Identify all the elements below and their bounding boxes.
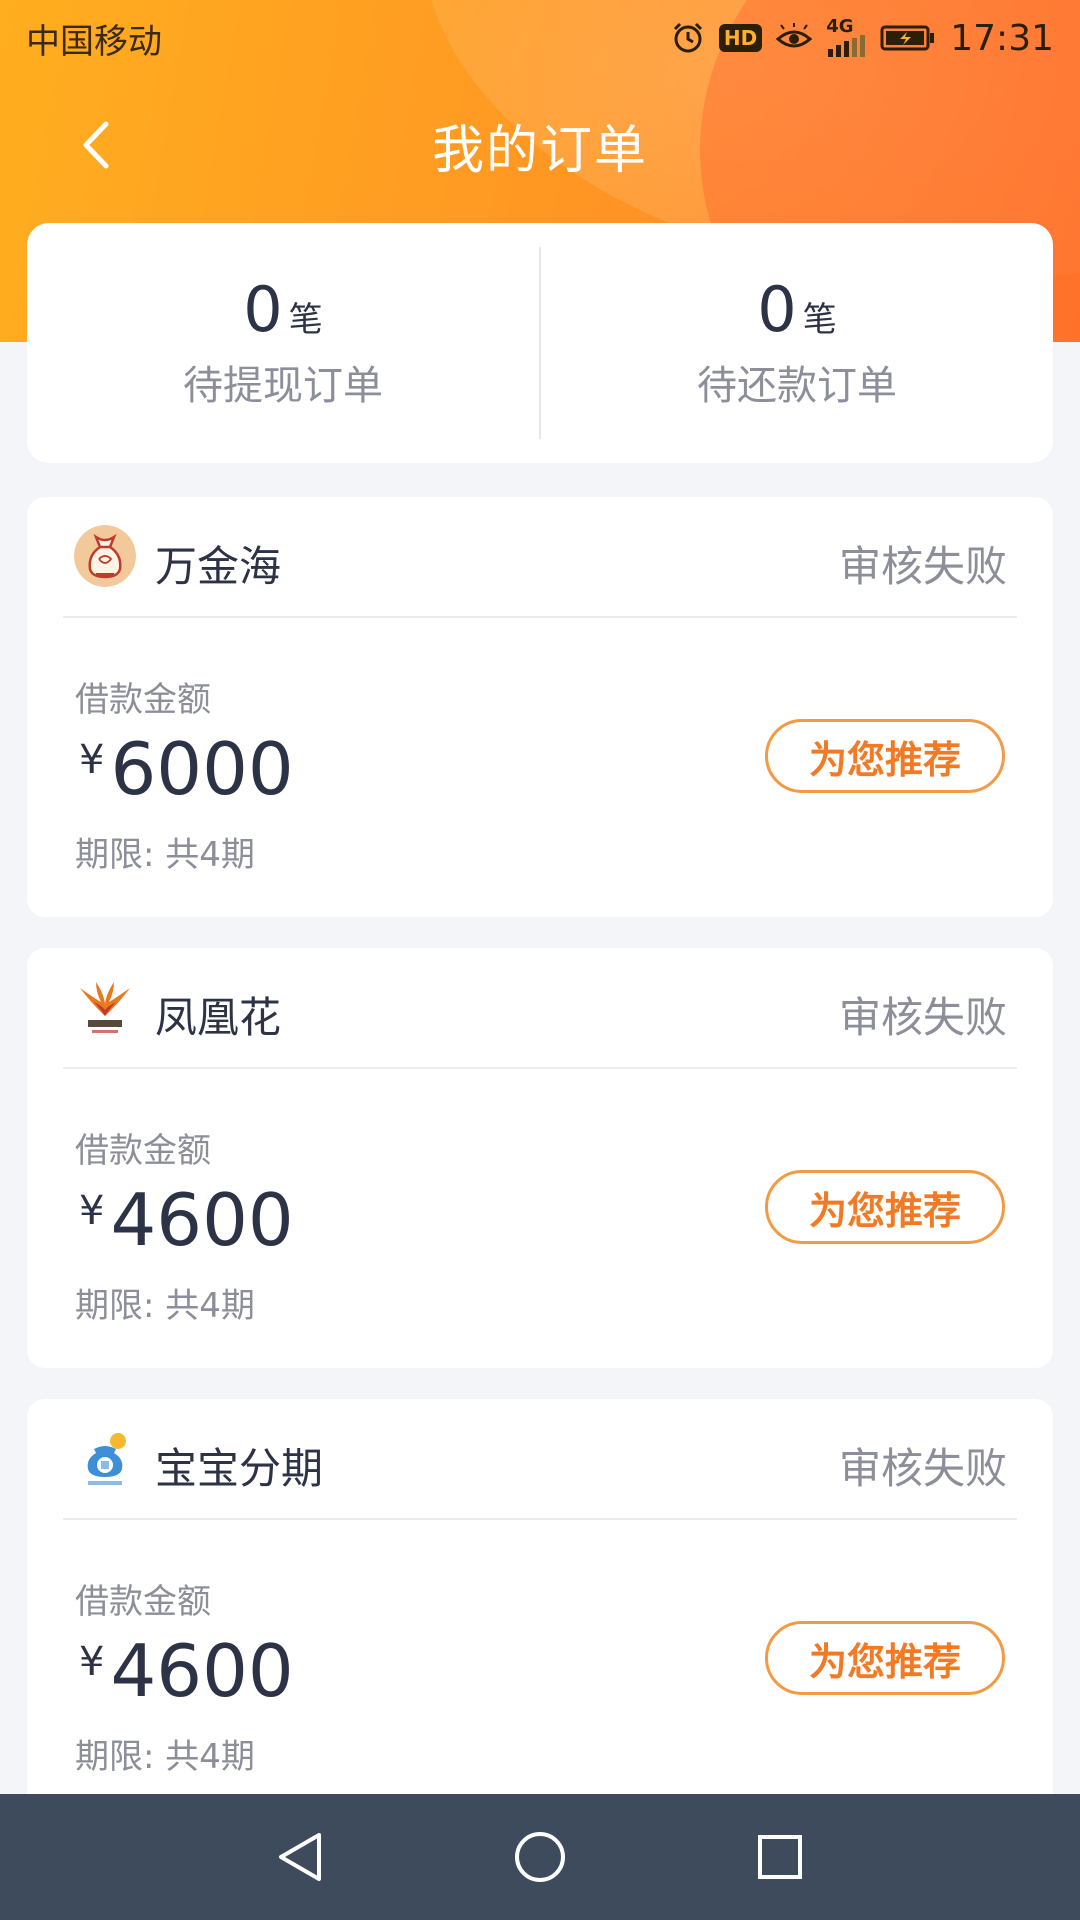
app-name: 万金海 [155,542,282,591]
amount-label: 借款金额 [75,680,211,720]
app-name: 凤凰花 [155,993,282,1042]
status-icons: HD 4G 17:31 [671,18,1054,59]
order-card-header: 凤凰花 审核失败 [27,948,1053,1068]
recommend-button[interactable]: 为您推荐 [765,1621,1005,1695]
pending-repay-summary[interactable]: 0 笔 待还款订单 [541,223,1053,463]
clock-time: 17:31 [950,17,1054,59]
amount-row: ¥ 4600 [79,1180,294,1260]
home-circle-icon[interactable] [500,1817,580,1897]
loan-term: 期限: 共4期 [75,1286,255,1326]
order-card[interactable]: 凤凰花 审核失败 借款金额 ¥ 4600 期限: 共4期 为您推荐 [27,948,1053,1368]
order-card[interactable]: 宝宝分期 审核失败 借款金额 ¥ 4600 期限: 共4期 为您推荐 [27,1399,1053,1819]
pending-withdraw-label: 待提现订单 [183,363,383,409]
amount-row: ¥ 6000 [79,729,294,809]
app-name: 宝宝分期 [155,1444,324,1493]
pending-withdraw-summary[interactable]: 0 笔 待提现订单 [27,223,539,463]
pending-repay-unit: 笔 [802,300,837,340]
order-page: 中国移动 HD 4G 17:31 我的订单 0 笔 待提现订单 0 笔 待还款订… [0,0,1080,1920]
battery-icon [880,24,936,52]
currency-symbol: ¥ [79,1188,105,1234]
loan-amount: 4600 [110,1629,294,1713]
status-bar: 中国移动 HD 4G 17:31 [0,0,1080,76]
pending-withdraw-unit: 笔 [288,300,323,340]
order-status: 审核失败 [838,542,1007,591]
currency-symbol: ¥ [79,1639,105,1685]
money-bag-logo [74,525,136,587]
order-card-header: 万金海 审核失败 [27,497,1053,617]
pending-repay-count-row: 0 笔 [757,275,836,345]
nav-bar: 我的订单 [0,90,1080,200]
amount-row: ¥ 4600 [79,1631,294,1711]
eye-icon [776,23,813,53]
recents-square-icon[interactable] [740,1817,820,1897]
pending-withdraw-count-row: 0 笔 [243,275,322,345]
loan-amount: 4600 [110,1178,294,1262]
recommend-button[interactable]: 为您推荐 [765,719,1005,793]
amount-label: 借款金额 [75,1582,211,1622]
pending-repay-count: 0 [757,273,797,346]
amount-label: 借款金额 [75,1131,211,1171]
order-card-header: 宝宝分期 审核失败 [27,1399,1053,1519]
signal-icon: 4G [826,16,866,57]
recommend-button[interactable]: 为您推荐 [765,1170,1005,1244]
loan-term: 期限: 共4期 [75,835,255,875]
back-triangle-icon[interactable] [260,1817,340,1897]
order-status: 审核失败 [838,993,1007,1042]
card-divider [63,1067,1017,1069]
order-card[interactable]: 万金海 审核失败 借款金额 ¥ 6000 期限: 共4期 为您推荐 [27,497,1053,917]
pending-withdraw-count: 0 [243,273,283,346]
treasure-bag-logo [74,1427,136,1489]
card-divider [63,616,1017,618]
phoenix-logo [74,976,136,1038]
alarm-icon [671,21,705,55]
order-summary-card: 0 笔 待提现订单 0 笔 待还款订单 [27,223,1053,463]
pending-repay-label: 待还款订单 [697,363,897,409]
page-title: 我的订单 [431,121,648,181]
card-divider [63,1518,1017,1520]
order-status: 审核失败 [838,1444,1007,1493]
loan-term: 期限: 共4期 [75,1737,255,1777]
carrier-name: 中国移动 [26,21,162,62]
system-navigation-bar [0,1794,1080,1920]
network-label: 4G [826,16,854,37]
loan-amount: 6000 [110,727,294,811]
hd-icon: HD [718,24,763,52]
currency-symbol: ¥ [79,737,105,783]
